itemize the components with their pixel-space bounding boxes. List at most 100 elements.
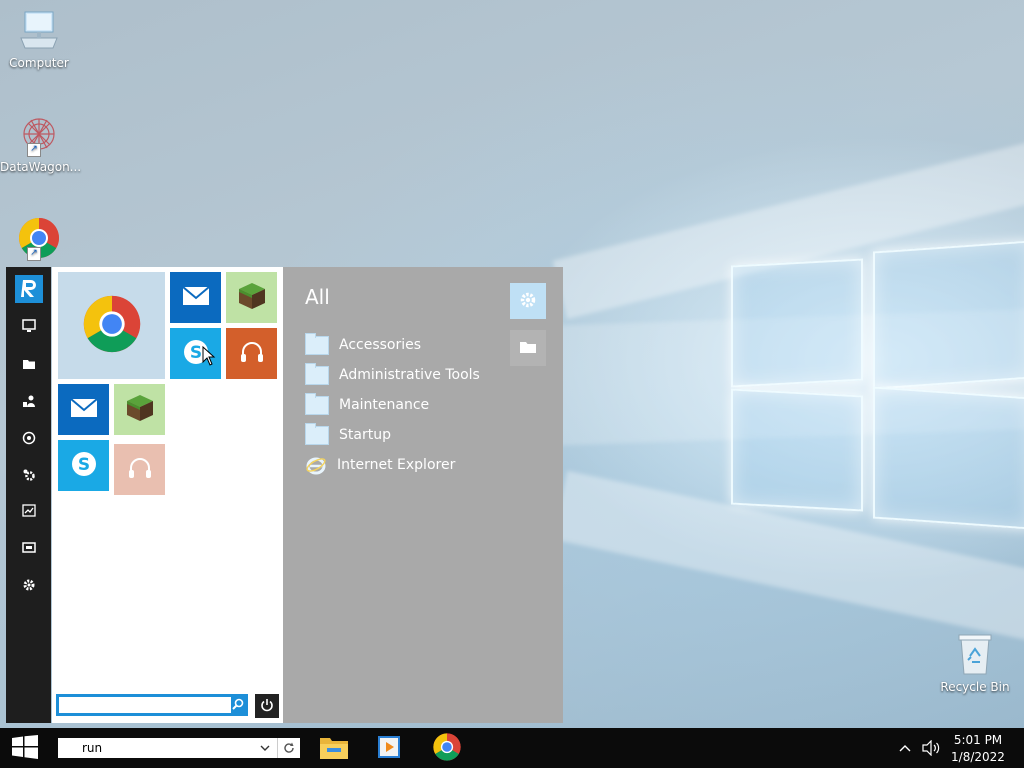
svg-text:S: S xyxy=(77,455,89,475)
internet-explorer-icon xyxy=(305,454,327,476)
tile-mail-2[interactable] xyxy=(58,384,109,435)
grass-block-icon xyxy=(237,281,267,314)
rail-computer[interactable] xyxy=(15,313,43,341)
file-explorer-icon xyxy=(319,734,349,763)
monitor-icon xyxy=(22,318,36,336)
folder-icon xyxy=(519,340,537,357)
users-icon xyxy=(22,394,36,411)
display-icon xyxy=(22,541,36,558)
taskbar-file-explorer[interactable] xyxy=(318,732,350,764)
program-label: Startup xyxy=(339,427,391,443)
rail-settings[interactable] xyxy=(15,572,43,600)
recycle-bin-icon xyxy=(953,632,997,676)
mail-icon xyxy=(69,398,98,421)
logo-button[interactable] xyxy=(15,275,43,303)
program-label: Internet Explorer xyxy=(337,457,456,473)
datawagon-icon: ↗ xyxy=(17,112,61,157)
clock-date[interactable]: 1/8/2022 xyxy=(950,750,1006,764)
taskbar-media-player[interactable] xyxy=(373,732,405,764)
rail-users[interactable] xyxy=(15,388,43,416)
desktop-icon-label: DataWagon... xyxy=(0,160,82,174)
all-programs-pane: All Accessories Administrative Tools Mai… xyxy=(283,267,563,723)
headphones-icon xyxy=(238,338,266,369)
program-item-accessories[interactable]: Accessories xyxy=(305,332,421,358)
chrome-icon xyxy=(432,732,462,765)
settings-button[interactable] xyxy=(510,283,546,319)
media-player-icon xyxy=(376,734,402,763)
tile-chrome-large[interactable] xyxy=(58,272,165,379)
tile-skype-2[interactable]: S xyxy=(58,440,109,491)
window-pane xyxy=(873,386,1024,530)
taskbar-chrome[interactable] xyxy=(431,732,463,764)
desktop-icon-label: Recycle Bin xyxy=(940,680,1010,694)
windows-logo-icon xyxy=(12,734,38,762)
logo-icon xyxy=(18,277,40,302)
program-item-administrative-tools[interactable]: Administrative Tools xyxy=(305,362,480,388)
all-programs-title: All xyxy=(305,285,330,309)
chrome-icon xyxy=(81,293,143,358)
refresh-icon[interactable] xyxy=(277,738,300,758)
grass-block-icon xyxy=(125,393,155,426)
folder-icon xyxy=(305,362,329,385)
headphones-icon xyxy=(126,454,154,485)
tile-skype[interactable]: S xyxy=(170,328,221,379)
chevron-down-icon[interactable] xyxy=(259,742,271,757)
tile-mail[interactable] xyxy=(170,272,221,323)
mouse-cursor-icon xyxy=(202,345,216,369)
folder-icon xyxy=(305,332,329,355)
skype-icon: S xyxy=(69,449,99,482)
power-icon xyxy=(260,698,274,715)
start-search-input[interactable] xyxy=(59,697,231,713)
program-label: Maintenance xyxy=(339,397,430,413)
start-menu-rail xyxy=(6,267,51,723)
tile-minecraft-2[interactable] xyxy=(114,384,165,435)
settings-icon xyxy=(22,578,36,595)
folder-view-button[interactable] xyxy=(510,330,546,366)
gear-icon xyxy=(519,291,537,312)
rail-network[interactable] xyxy=(15,425,43,453)
desktop-icon-datawagon[interactable]: ↗ DataWagon... xyxy=(0,112,82,174)
folder-icon xyxy=(305,422,329,445)
mail-icon xyxy=(181,286,210,309)
rail-display[interactable] xyxy=(15,535,43,563)
power-button[interactable] xyxy=(255,694,279,718)
desktop-icon-chrome[interactable]: ↗ xyxy=(0,216,78,264)
desktop-icon-label: Computer xyxy=(9,56,69,70)
volume-icon[interactable] xyxy=(922,739,942,759)
program-label: Administrative Tools xyxy=(339,367,480,383)
network-icon xyxy=(22,431,36,448)
tile-minecraft[interactable] xyxy=(226,272,277,323)
start-button[interactable] xyxy=(10,734,40,762)
folder-icon xyxy=(22,357,36,374)
start-menu: S S All Accessories Administrative Tools… xyxy=(6,267,563,723)
chevron-up-icon[interactable] xyxy=(898,741,912,758)
program-item-startup[interactable]: Startup xyxy=(305,422,391,448)
gear-cog-icon xyxy=(22,468,36,485)
search-button[interactable] xyxy=(228,694,248,716)
clock-time[interactable]: 5:01 PM xyxy=(950,733,1006,747)
tile-area: S S xyxy=(52,267,283,723)
run-input[interactable]: run xyxy=(82,741,102,755)
search-icon xyxy=(232,698,244,713)
window-pane xyxy=(731,258,863,388)
tile-music-2[interactable] xyxy=(114,444,165,495)
shortcut-arrow-icon: ↗ xyxy=(27,247,41,261)
program-item-maintenance[interactable]: Maintenance xyxy=(305,392,429,418)
rail-folder[interactable] xyxy=(15,351,43,379)
chrome-icon: ↗ xyxy=(17,216,61,261)
rail-performance[interactable] xyxy=(15,498,43,526)
rail-programs[interactable] xyxy=(15,462,43,490)
chart-icon xyxy=(22,503,36,521)
tile-music[interactable] xyxy=(226,328,277,379)
run-box: run xyxy=(58,738,300,758)
program-label: Accessories xyxy=(339,337,422,353)
svg-text:S: S xyxy=(189,343,201,363)
desktop-icon-recycle-bin[interactable]: Recycle Bin xyxy=(936,632,1014,694)
taskbar: run 5:01 PM 1/8/2022 xyxy=(0,728,1024,768)
computer-icon xyxy=(17,8,61,52)
program-item-internet-explorer[interactable]: Internet Explorer xyxy=(305,452,455,478)
start-search xyxy=(56,694,248,716)
desktop-icon-computer[interactable]: Computer xyxy=(0,8,78,70)
folder-icon xyxy=(305,392,329,415)
window-pane xyxy=(731,388,863,512)
